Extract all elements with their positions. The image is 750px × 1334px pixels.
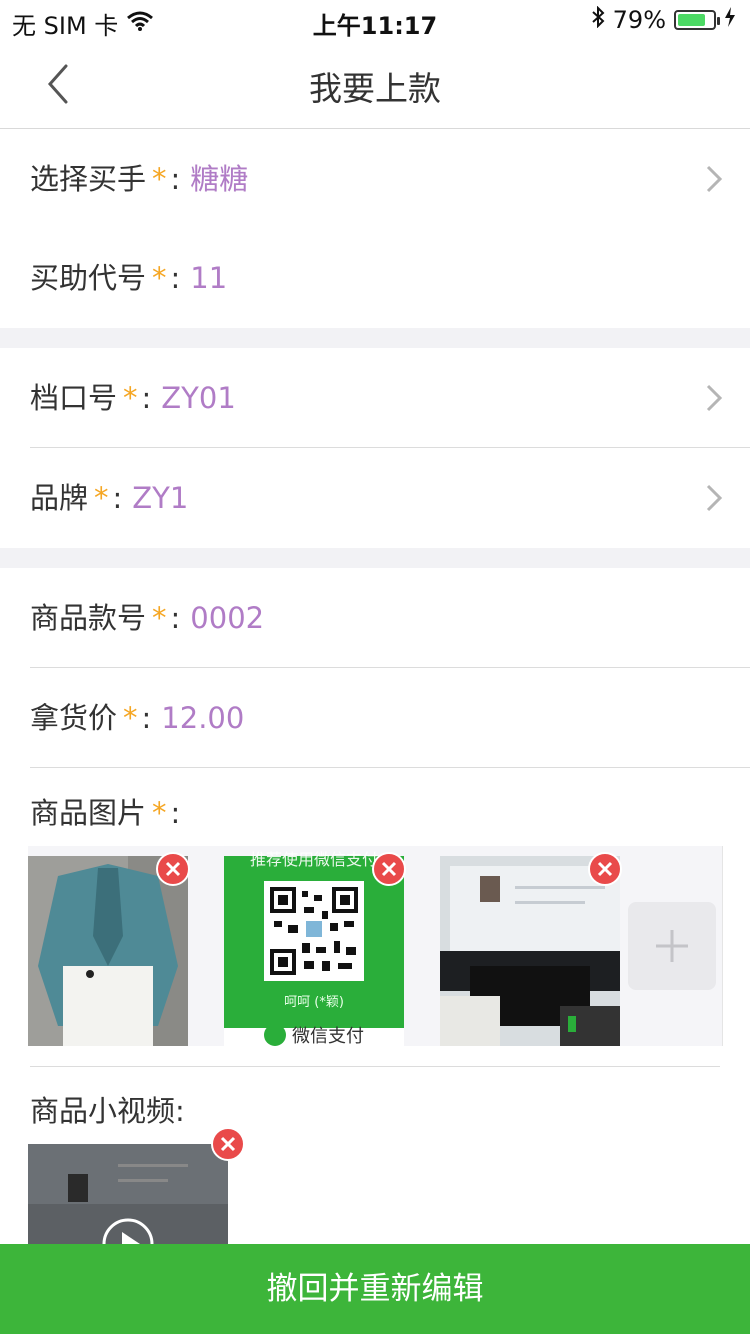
delete-video-button[interactable] (211, 1127, 245, 1161)
product-image-1[interactable] (28, 856, 188, 1046)
add-image-button[interactable] (628, 902, 716, 990)
qr-code (264, 881, 364, 981)
chevron-right-icon (706, 484, 723, 512)
close-icon (220, 1136, 236, 1152)
buyer-label: 选择买手 (30, 162, 147, 196)
status-bar: 无 SIM 卡 上午11:17 79% (0, 0, 750, 40)
colon: : (170, 162, 181, 196)
product-image-2[interactable]: 推荐使用微信支付 呵呵 (*颖) 微信支付 (224, 850, 404, 1046)
divider (30, 1066, 720, 1067)
image-strip[interactable]: 推荐使用微信支付 呵呵 (*颖) 微信支付 (28, 846, 723, 1046)
images-label-row: 商品图片 *: (30, 790, 190, 832)
assistant-code-row[interactable]: 买助代号 *:11 (0, 228, 750, 328)
stall-label: 档口号 (30, 381, 118, 415)
required-star: * (152, 601, 167, 635)
brand-label: 品牌 (30, 481, 89, 515)
qr-footer: 微信支付 (224, 1024, 404, 1046)
chevron-right-icon (706, 165, 723, 193)
colon: : (112, 481, 123, 515)
product-number-row[interactable]: 商品款号 *:0002 (0, 568, 750, 668)
required-star: * (123, 701, 138, 735)
product-number-value: 0002 (190, 601, 265, 635)
price-row[interactable]: 拿货价 *:12.00 (0, 668, 750, 768)
qr-caption: 呵呵 (*颖) (284, 995, 344, 1010)
colon: : (170, 796, 181, 830)
required-star: * (152, 796, 167, 830)
withdraw-reedit-button[interactable]: 撤回并重新编辑 (0, 1244, 750, 1334)
product-number-label: 商品款号 (30, 601, 147, 635)
price-value: 12.00 (161, 701, 245, 735)
close-icon (597, 861, 613, 877)
colon: : (141, 701, 152, 735)
delete-image-1-button[interactable] (156, 852, 190, 886)
colon: : (170, 261, 181, 295)
wechat-pay-icon (264, 1024, 286, 1046)
product-image-3[interactable] (440, 856, 620, 1046)
charging-icon (724, 6, 736, 34)
video-label: 商品小视频: (30, 1094, 185, 1128)
plus-icon (656, 930, 688, 962)
assistant-code-label: 买助代号 (30, 261, 147, 295)
battery-fill (678, 14, 705, 26)
page-title: 我要上款 (309, 69, 441, 108)
stall-value: ZY01 (161, 381, 236, 415)
brand-value: ZY1 (132, 481, 189, 515)
qr-footer-text: 微信支付 (292, 1026, 364, 1046)
brand-row[interactable]: 品牌 *: ZY1 (0, 448, 750, 548)
stall-row[interactable]: 档口号 *: ZY01 (0, 348, 750, 448)
battery-icon (674, 10, 720, 30)
delete-image-2-button[interactable] (372, 852, 406, 886)
required-star: * (152, 261, 167, 295)
section-gap (0, 328, 750, 348)
section-gap (0, 548, 750, 568)
battery-percent: 79% (612, 6, 666, 34)
status-right: 79% (591, 5, 736, 34)
colon: : (170, 601, 181, 635)
buyer-row[interactable]: 选择买手 *: 糖糖 (0, 129, 750, 229)
required-star: * (94, 481, 109, 515)
bluetooth-icon (591, 5, 605, 34)
close-icon (165, 861, 181, 877)
close-icon (381, 861, 397, 877)
colon: : (141, 381, 152, 415)
delete-image-3-button[interactable] (588, 852, 622, 886)
required-star: * (123, 381, 138, 415)
assistant-code-value: 11 (190, 261, 228, 295)
chevron-right-icon (706, 384, 723, 412)
buyer-value: 糖糖 (190, 162, 249, 196)
product-video[interactable] (28, 1144, 228, 1254)
images-label: 商品图片 (30, 796, 147, 830)
nav-bar: 我要上款 (0, 40, 750, 129)
price-label: 拿货价 (30, 701, 118, 735)
required-star: * (152, 162, 167, 196)
